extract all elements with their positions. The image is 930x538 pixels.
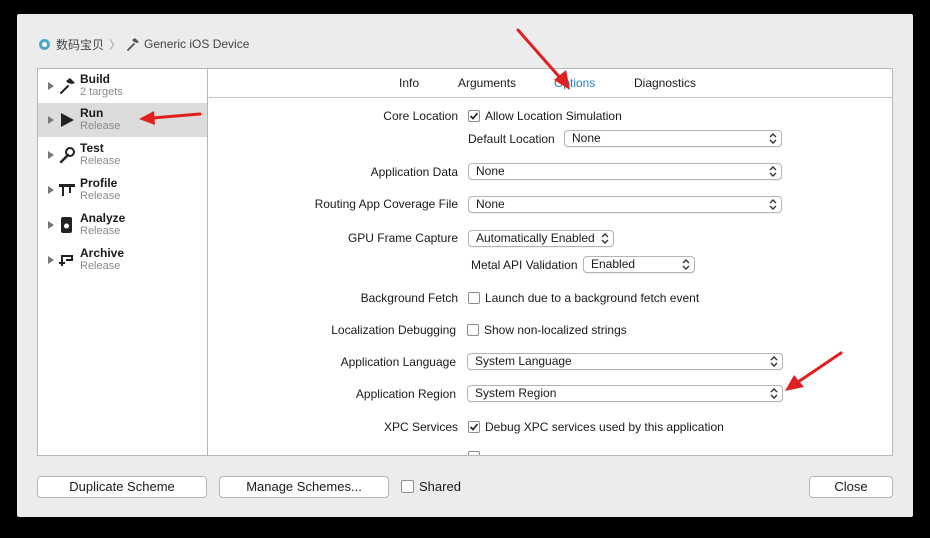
- allow-location-checkbox[interactable]: [468, 110, 480, 122]
- default-location-label: Default Location: [468, 132, 555, 146]
- disclosure-triangle-icon[interactable]: [48, 116, 54, 124]
- scheme-icon: [39, 38, 50, 50]
- application-region-label: Application Region: [355, 387, 456, 401]
- destination-name[interactable]: Generic iOS Device: [144, 37, 249, 51]
- application-data-popup[interactable]: None: [468, 163, 782, 180]
- analyze-icon: [58, 216, 76, 234]
- sidebar-item-title: Build: [80, 72, 110, 86]
- popup-arrows-icon: [769, 133, 777, 144]
- metal-api-popup[interactable]: Enabled: [583, 256, 695, 273]
- sidebar-item-subtitle: Release: [80, 155, 121, 167]
- tab-info[interactable]: Info: [399, 76, 419, 90]
- close-button[interactable]: Close: [809, 476, 893, 498]
- tab-diagnostics[interactable]: Diagnostics: [634, 76, 696, 90]
- sidebar-item-title: Archive: [80, 246, 125, 260]
- sidebar-item-analyze[interactable]: Analyze Release: [38, 208, 207, 242]
- sidebar-item-run[interactable]: Run Release: [38, 103, 207, 137]
- calipers-icon: [58, 181, 76, 199]
- popup-arrows-icon: [769, 166, 777, 177]
- sidebar-item-title: Test: [80, 141, 104, 155]
- popup-arrows-icon: [770, 356, 778, 367]
- options-content: Core Location Allow Location Simulation …: [209, 99, 892, 455]
- scheme-name[interactable]: 数码宝贝: [56, 36, 104, 53]
- xpc-services-checkbox[interactable]: [468, 421, 480, 433]
- popup-value: None: [476, 164, 505, 178]
- routing-coverage-label: Routing App Coverage File: [314, 197, 458, 211]
- sidebar-item-subtitle: 2 targets: [80, 86, 123, 98]
- gpu-frame-capture-label: GPU Frame Capture: [347, 231, 458, 245]
- application-language-popup[interactable]: System Language: [467, 353, 783, 370]
- routing-coverage-popup[interactable]: None: [468, 196, 782, 213]
- tab-bar: Info Arguments Options Diagnostics: [209, 69, 892, 98]
- popup-arrows-icon: [682, 259, 690, 270]
- breadcrumb: 数码宝贝 〉 Generic iOS Device: [39, 36, 249, 52]
- application-region-popup[interactable]: System Region: [467, 385, 783, 402]
- disclosure-triangle-icon[interactable]: [48, 82, 54, 90]
- popup-arrows-icon: [769, 199, 777, 210]
- sidebar-item-subtitle: Release: [80, 190, 121, 202]
- sidebar-item-title: Analyze: [80, 211, 126, 225]
- device-hammer-icon: [127, 38, 140, 51]
- popup-value: Enabled: [591, 257, 636, 271]
- archive-icon: [58, 251, 76, 269]
- action-sidebar: Build 2 targets Run Release Test Release…: [38, 69, 208, 455]
- scheme-editor-window: 数码宝贝 〉 Generic iOS Device Build 2 target…: [17, 14, 913, 517]
- popup-value: None: [572, 131, 601, 145]
- sidebar-item-archive[interactable]: Archive Release: [38, 243, 207, 277]
- default-location-popup[interactable]: None: [564, 130, 782, 147]
- disclosure-triangle-icon[interactable]: [48, 221, 54, 229]
- next-option-checkbox[interactable]: [468, 451, 480, 455]
- wrench-icon: [58, 146, 76, 164]
- background-fetch-checkbox[interactable]: [468, 292, 480, 304]
- application-language-label: Application Language: [340, 355, 456, 369]
- tab-options[interactable]: Options: [554, 76, 595, 90]
- manage-schemes-button[interactable]: Manage Schemes...: [219, 476, 389, 498]
- popup-value: Automatically Enabled: [476, 231, 595, 245]
- disclosure-triangle-icon[interactable]: [48, 151, 54, 159]
- disclosure-triangle-icon[interactable]: [48, 186, 54, 194]
- breadcrumb-separator-icon: 〉: [109, 37, 122, 52]
- application-data-label: Application Data: [370, 165, 458, 179]
- background-fetch-label: Background Fetch: [360, 291, 458, 305]
- localization-debugging-checkbox[interactable]: [467, 324, 479, 336]
- popup-value: None: [476, 197, 505, 211]
- sidebar-item-subtitle: Release: [80, 120, 121, 132]
- duplicate-scheme-button[interactable]: Duplicate Scheme: [37, 476, 207, 498]
- play-icon: [58, 111, 76, 129]
- localization-debugging-label: Localization Debugging: [331, 323, 456, 337]
- popup-arrows-icon: [770, 388, 778, 399]
- sidebar-item-test[interactable]: Test Release: [38, 138, 207, 172]
- xpc-services-option: Debug XPC services used by this applicat…: [485, 420, 724, 434]
- sidebar-item-profile[interactable]: Profile Release: [38, 173, 207, 207]
- popup-value: System Region: [475, 386, 557, 400]
- popup-value: System Language: [475, 354, 572, 368]
- disclosure-triangle-icon[interactable]: [48, 256, 54, 264]
- sidebar-item-subtitle: Release: [80, 225, 121, 237]
- sidebar-item-title: Profile: [80, 176, 118, 190]
- shared-label: Shared: [419, 479, 461, 494]
- allow-location-label: Allow Location Simulation: [485, 109, 622, 123]
- xpc-services-label: XPC Services: [383, 420, 458, 434]
- sidebar-item-title: Run: [80, 106, 104, 120]
- localization-debugging-option: Show non-localized strings: [484, 323, 627, 337]
- gpu-frame-capture-popup[interactable]: Automatically Enabled: [468, 230, 614, 247]
- scheme-panel: Build 2 targets Run Release Test Release…: [37, 68, 893, 456]
- checkmark-icon: [469, 423, 479, 431]
- sidebar-item-subtitle: Release: [80, 260, 121, 272]
- shared-checkbox[interactable]: [401, 480, 414, 493]
- hammer-icon: [58, 77, 76, 95]
- core-location-label: Core Location: [383, 109, 458, 123]
- background-fetch-option: Launch due to a background fetch event: [485, 291, 700, 305]
- popup-arrows-icon: [601, 233, 609, 244]
- sidebar-item-build[interactable]: Build 2 targets: [38, 69, 207, 103]
- metal-api-label: Metal API Validation: [471, 258, 578, 272]
- tab-arguments[interactable]: Arguments: [458, 76, 516, 90]
- checkmark-icon: [469, 112, 479, 120]
